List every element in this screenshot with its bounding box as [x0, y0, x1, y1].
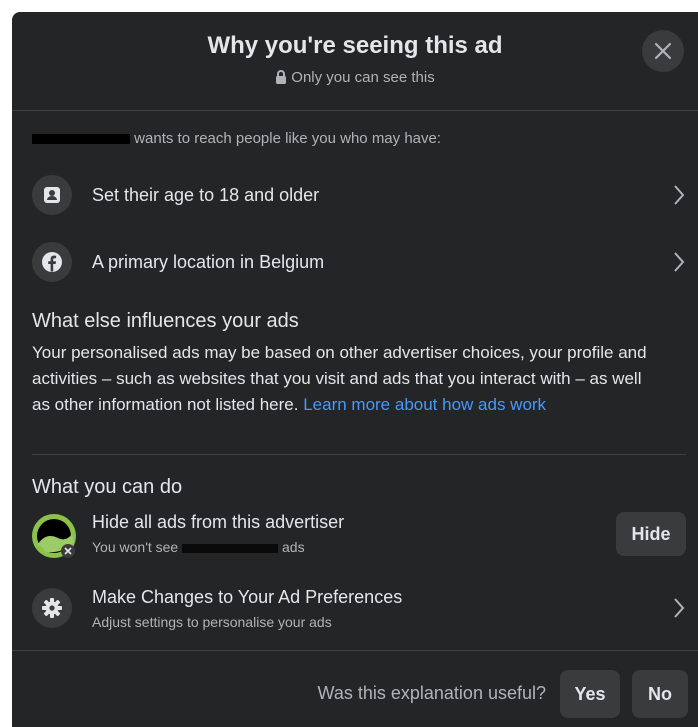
hide-sub-prefix: You won't see	[92, 539, 179, 555]
chevron-right-icon	[674, 598, 685, 618]
dialog-header: Why you're seeing this ad Only you can s…	[12, 12, 698, 111]
hide-advertiser-subtitle: You won't see ads	[92, 539, 344, 555]
footer-divider	[12, 650, 698, 651]
close-button[interactable]	[642, 30, 684, 72]
chevron-right-icon	[674, 185, 685, 205]
criteria-age-row[interactable]: Set their age to 18 and older	[32, 170, 686, 220]
privacy-note: Only you can see this	[12, 69, 698, 86]
hide-sub-suffix: ads	[282, 539, 305, 555]
targeting-intro-text: wants to reach people like you who may h…	[134, 130, 442, 147]
facebook-icon	[32, 242, 72, 282]
hide-advertiser-option: Hide all ads from this advertiser You wo…	[92, 512, 344, 555]
criteria-location-label: A primary location in Belgium	[92, 251, 325, 272]
section-divider	[32, 454, 686, 455]
ad-preferences-subtitle: Adjust settings to personalise your ads	[92, 613, 332, 630]
gear-icon	[32, 588, 72, 628]
privacy-note-text: Only you can see this	[291, 69, 435, 86]
criteria-location-row[interactable]: A primary location in Belgium	[32, 237, 686, 287]
redacted-advertiser-name	[32, 134, 130, 145]
targeting-intro: wants to reach people like you who may h…	[32, 130, 441, 147]
close-icon	[654, 42, 672, 60]
influences-heading: What else influences your ads	[32, 310, 299, 332]
dialog-title: Why you're seeing this ad	[207, 32, 503, 59]
hide-advertiser-title: Hide all ads from this advertiser	[92, 512, 345, 532]
chevron-right-icon	[674, 252, 685, 272]
hide-button[interactable]: Hide	[616, 512, 686, 556]
redacted-advertiser-name	[182, 543, 279, 553]
profile-card-icon	[32, 175, 72, 215]
learn-more-link[interactable]: Learn more about how ads work	[303, 395, 546, 414]
no-button[interactable]: No	[632, 670, 688, 718]
advertiser-avatar	[32, 514, 76, 558]
criteria-age-label: Set their age to 18 and older	[92, 184, 320, 205]
ad-preferences-row[interactable]: Make Changes to Your Ad Preferences Adju…	[32, 580, 686, 636]
actions-heading: What you can do	[32, 476, 183, 498]
ad-preferences-text: Make Changes to Your Ad Preferences Adju…	[92, 587, 672, 630]
ad-preferences-title: Make Changes to Your Ad Preferences	[92, 586, 403, 607]
lock-icon	[276, 70, 287, 84]
influences-description: Your personalised ads may be based on ot…	[32, 340, 657, 418]
yes-button[interactable]: Yes	[560, 670, 620, 718]
ad-explanation-dialog: Why you're seeing this ad Only you can s…	[12, 12, 698, 727]
feedback-question: Was this explanation useful?	[317, 683, 546, 703]
